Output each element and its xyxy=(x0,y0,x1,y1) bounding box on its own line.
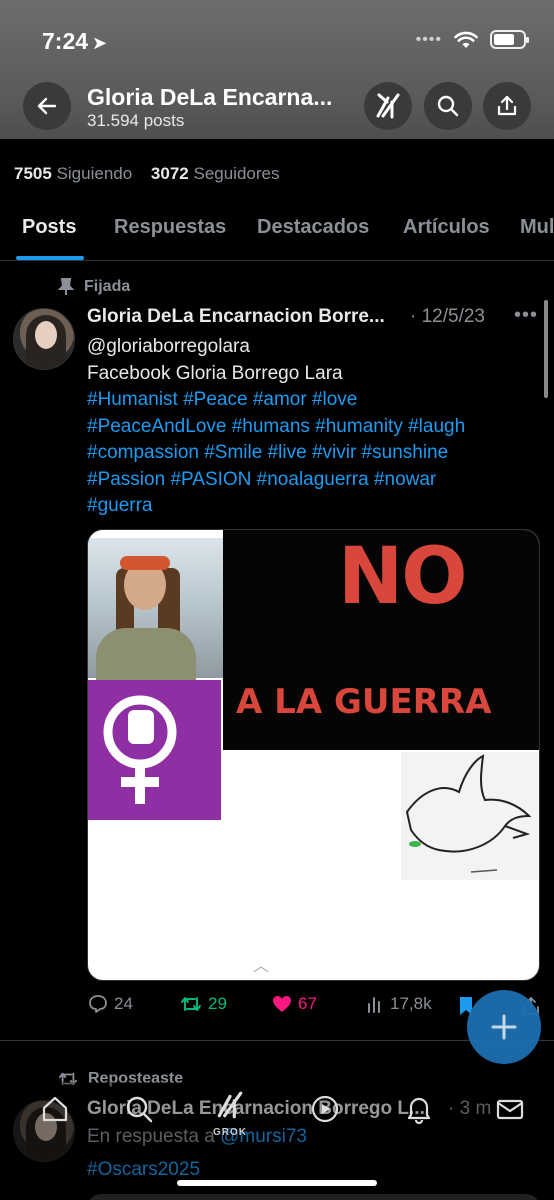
battery-icon xyxy=(490,30,529,49)
page-title: Gloria DeLa Encarna... xyxy=(87,84,333,110)
pin-icon xyxy=(58,278,74,295)
status-time-text: 7:24 xyxy=(42,28,89,54)
grok-icon[interactable] xyxy=(215,1090,245,1120)
scroll-indicator xyxy=(544,300,548,398)
search-button[interactable] xyxy=(424,82,472,130)
expand-chevron-icon[interactable]: ︿ xyxy=(253,952,269,976)
dove-icon xyxy=(405,754,532,873)
post-date[interactable]: · 12/5/23 xyxy=(410,306,485,328)
post-count: 31.594 posts xyxy=(87,111,185,130)
post-text: @gloriaborregolara Facebook Gloria Borre… xyxy=(87,334,537,520)
followers-label[interactable]: Seguidores xyxy=(193,164,279,183)
following-count[interactable]: 7505 xyxy=(14,164,52,183)
pinned-indicator: Fijada xyxy=(58,278,130,296)
poster-guerra-text: A LA GUERRA xyxy=(236,682,492,722)
hashtag-line[interactable]: #Humanist #Peace #amor #love xyxy=(87,387,537,414)
top-bar: 7:24 ➤ •••• Gloria DeLa Encarna... 31.594… xyxy=(0,0,554,139)
post-line: @gloriaborregolara xyxy=(87,336,250,357)
tab-multimedia[interactable]: Mul xyxy=(520,216,554,239)
followers-count[interactable]: 3072 xyxy=(151,164,189,183)
home-icon[interactable] xyxy=(40,1094,70,1124)
reply-button[interactable]: 24 xyxy=(88,994,133,1014)
location-arrow-icon: ➤ xyxy=(92,33,108,53)
hashtag-line[interactable]: #Passion #PASION #noalaguerra #nowar xyxy=(87,467,537,494)
more-options-icon[interactable]: ••• xyxy=(514,304,538,327)
tab-posts[interactable]: Posts xyxy=(22,216,76,239)
hashtag-line[interactable]: #PeaceAndLove #humans #humanity #laugh xyxy=(87,414,537,441)
post-line: Facebook Gloria Borrego Lara xyxy=(87,362,343,384)
status-indicators: •••• xyxy=(415,30,529,49)
search-icon xyxy=(437,95,459,117)
tab-respuestas[interactable]: Respuestas xyxy=(114,216,226,239)
share-button[interactable] xyxy=(483,82,531,130)
hashtag-line[interactable]: #compassion #Smile #live #vivir #sunshin… xyxy=(87,440,537,467)
views-button[interactable]: 17,8k xyxy=(366,994,432,1014)
compose-button[interactable] xyxy=(467,990,541,1064)
messages-icon[interactable] xyxy=(495,1094,525,1124)
search-icon[interactable] xyxy=(124,1094,154,1124)
video-icon[interactable] xyxy=(310,1094,340,1124)
post-author[interactable]: Gloria DeLa Encarnacion Borre... xyxy=(87,306,385,328)
post-image[interactable]: NO A LA GUERRA ︿ xyxy=(87,529,540,981)
grok-label[interactable]: GROK xyxy=(213,1127,247,1138)
feminist-symbol-image xyxy=(88,680,221,820)
notifications-icon[interactable] xyxy=(404,1094,434,1124)
repost-button[interactable]: 29 xyxy=(180,994,227,1014)
back-button[interactable] xyxy=(23,82,71,130)
status-time: 7:24 ➤ xyxy=(42,28,107,55)
signal-icon: •••• xyxy=(415,30,442,48)
tab-destacados[interactable]: Destacados xyxy=(257,216,369,239)
wifi-icon xyxy=(454,31,478,48)
grok-icon xyxy=(376,93,400,119)
follow-counts: 7505 Siguiendo 3072 Seguidores xyxy=(14,164,280,184)
poster-no-text: NO xyxy=(338,532,468,622)
portrait-photo xyxy=(88,538,223,688)
repost-icon xyxy=(181,997,201,1011)
reply-icon xyxy=(89,995,107,1013)
like-button[interactable]: 67 xyxy=(272,994,317,1014)
hashtag-line[interactable]: #guerra xyxy=(87,493,537,520)
active-tab-indicator xyxy=(16,256,84,260)
home-indicator xyxy=(177,1180,377,1186)
profile-tabs: Posts Respuestas Destacados Artículos Mu… xyxy=(0,204,554,261)
following-label[interactable]: Siguiendo xyxy=(57,164,133,183)
views-count: 17,8k xyxy=(390,994,432,1013)
heart-icon xyxy=(273,996,291,1012)
like-count: 67 xyxy=(298,994,317,1013)
reply-count: 24 xyxy=(114,994,133,1013)
pinned-label: Fijada xyxy=(84,278,131,295)
repost-count: 29 xyxy=(208,994,227,1013)
arrow-left-icon xyxy=(37,97,57,115)
tab-articulos[interactable]: Artículos xyxy=(403,216,490,239)
plus-icon xyxy=(491,1014,517,1040)
avatar[interactable] xyxy=(13,308,75,370)
share-icon xyxy=(497,95,517,116)
peace-dove-image xyxy=(401,752,539,880)
views-icon xyxy=(368,997,380,1013)
feminist-fist-icon xyxy=(103,695,177,804)
grok-button[interactable] xyxy=(364,82,412,130)
